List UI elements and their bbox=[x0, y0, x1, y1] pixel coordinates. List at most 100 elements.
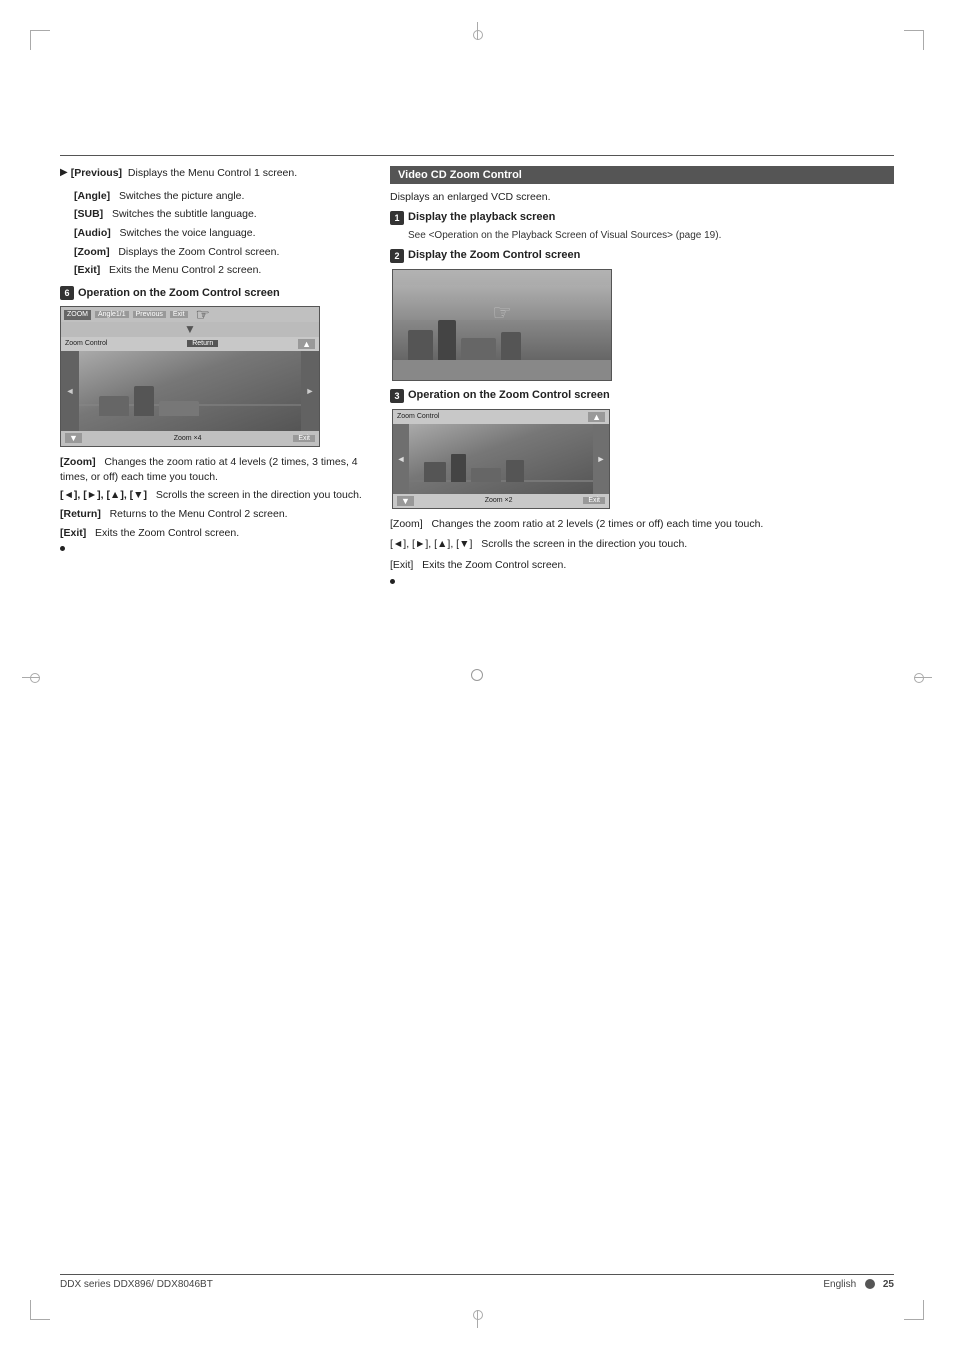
rzoom-down-btn: ▼ bbox=[397, 496, 414, 506]
previous-label: [Previous] bbox=[71, 167, 122, 179]
vcd-header: Video CD Zoom Control bbox=[390, 166, 894, 184]
scene-building2 bbox=[134, 386, 154, 416]
rzoom-bottom-bar: ▼ Zoom ×2 Exit bbox=[393, 494, 609, 508]
section3-heading: 3 Operation on the Zoom Control screen bbox=[390, 389, 894, 403]
section2-badge: 2 bbox=[390, 249, 404, 263]
rzoom-left-btn[interactable]: ◄ bbox=[393, 424, 409, 494]
arrows-desc1: [◄], [►], [▲], [▼] Scrolls the screen in… bbox=[60, 488, 370, 503]
scene-building1 bbox=[99, 396, 129, 416]
section2-title: Display the Zoom Control screen bbox=[408, 249, 580, 261]
hand-cursor-icon: ☞ bbox=[196, 305, 210, 325]
angle-text: [Angle] Switches the picture angle. bbox=[74, 189, 370, 204]
previous-text: [Previous] Displays the Menu Control 1 s… bbox=[71, 166, 297, 181]
zoom-main-area: ◄ ► bbox=[61, 351, 319, 431]
r1-building3 bbox=[461, 338, 496, 360]
right-column: Video CD Zoom Control Displays an enlarg… bbox=[390, 166, 894, 584]
triangle-marker: ▶ bbox=[60, 167, 68, 178]
left-desc-section: [Zoom] Changes the zoom ratio at 4 level… bbox=[60, 455, 370, 551]
previous-btn: Previous bbox=[133, 311, 166, 318]
section3-title: Operation on the Zoom Control screen bbox=[408, 389, 610, 401]
rzoom-top-bar: Zoom Control ▲ bbox=[393, 410, 609, 424]
down-btn: ▼ bbox=[65, 433, 82, 443]
section6-heading: 6 Operation on the Zoom Control screen bbox=[60, 286, 370, 300]
page-footer: DDX series DDX896/ DDX8046BT English 25 bbox=[60, 1279, 894, 1290]
section2-heading: 2 Display the Zoom Control screen bbox=[390, 249, 894, 263]
crop-mark-tr bbox=[904, 30, 924, 50]
audio-text: [Audio] Switches the voice language. bbox=[74, 226, 370, 241]
footer-rule bbox=[60, 1274, 894, 1275]
exit-desc: [Exit] Exits the Zoom Control screen. bbox=[60, 526, 370, 541]
footer-left: DDX series DDX896/ DDX8046BT bbox=[60, 1279, 213, 1290]
hand-icon-right: ☞ bbox=[492, 300, 512, 326]
rzoom-label: Zoom Control bbox=[397, 413, 439, 420]
section1-badge: 1 bbox=[390, 211, 404, 225]
left-device-screen: ZOOM Angle1/1 Previous Exit ☞ ▼ Zoom Con… bbox=[60, 306, 320, 446]
scene-building3 bbox=[159, 401, 199, 416]
section6-badge: 6 bbox=[60, 286, 74, 300]
r1-foreground bbox=[393, 360, 611, 380]
left-nav-btn[interactable]: ◄ bbox=[61, 351, 79, 431]
reg-left-circle bbox=[30, 673, 40, 683]
right-nav-btn[interactable]: ► bbox=[301, 351, 319, 431]
rzoom-bldg1 bbox=[424, 462, 446, 482]
page-number: 25 bbox=[883, 1279, 894, 1290]
zoom-image-area bbox=[79, 351, 301, 431]
right-zoom-ctrl-screen: Zoom Control ▲ ◄ ► ▼ Zoom × bbox=[392, 409, 610, 509]
zoom-text: [Zoom] Displays the Zoom Control screen. bbox=[74, 245, 370, 260]
down-arrow-indicator: ▼ bbox=[61, 322, 319, 336]
reg-right-circle bbox=[914, 673, 924, 683]
up-btn: ▲ bbox=[298, 339, 315, 349]
rzoom-bldg3 bbox=[471, 468, 501, 482]
crop-mark-tl bbox=[30, 30, 50, 50]
r1-building4 bbox=[501, 332, 521, 360]
return-btn: Return bbox=[187, 340, 218, 347]
zoom-screen-image: ☞ bbox=[393, 270, 611, 380]
zoom-value: Zoom ×4 bbox=[174, 435, 202, 442]
content-area: ▶ [Previous] Displays the Menu Control 1… bbox=[60, 155, 894, 1230]
rzoom-image bbox=[409, 424, 593, 494]
zoom-r-desc: [Zoom] Changes the zoom ratio at 2 level… bbox=[390, 517, 894, 532]
rzoom-right-btn[interactable]: ► bbox=[593, 424, 609, 494]
exit-r-desc: [Exit] Exits the Zoom Control screen. bbox=[390, 558, 894, 573]
right-screen-zoom: ☞ bbox=[392, 269, 612, 381]
zoom-badge: ZOOM bbox=[64, 310, 91, 320]
rzoom-bldg4 bbox=[506, 460, 524, 482]
section1-heading: 1 Display the playback screen bbox=[390, 211, 894, 225]
reg-bot-circle bbox=[473, 1310, 483, 1320]
section-end-dot-left bbox=[60, 546, 65, 551]
section3-badge: 3 bbox=[390, 389, 404, 403]
rzoom-bldg2 bbox=[451, 454, 466, 482]
top-rule bbox=[60, 155, 894, 156]
page-dot bbox=[865, 1279, 875, 1289]
zoom-control-panel-top: Zoom Control Return ▲ bbox=[61, 337, 319, 351]
zoom-panel-bottom: ▼ Zoom ×4 Exit bbox=[61, 431, 319, 446]
angle-btn: Angle1/1 bbox=[95, 311, 129, 318]
rzoom-value: Zoom ×2 bbox=[485, 497, 513, 504]
rzoom-main: ◄ ► bbox=[393, 424, 609, 494]
footer-right: English 25 bbox=[823, 1279, 894, 1290]
exit-btn: Exit bbox=[170, 311, 188, 318]
two-column-layout: ▶ [Previous] Displays the Menu Control 1… bbox=[60, 166, 894, 584]
section1-text: See <Operation on the Playback Screen of… bbox=[408, 229, 894, 243]
section-end-dot-right bbox=[390, 579, 395, 584]
exit-ctrl-btn: Exit bbox=[293, 435, 315, 442]
vcd-intro: Displays an enlarged VCD screen. bbox=[390, 190, 894, 205]
crop-mark-br bbox=[904, 1300, 924, 1320]
right-desc-section: [Zoom] Changes the zoom ratio at 2 level… bbox=[390, 517, 894, 584]
sub-text: [SUB] Switches the subtitle language. bbox=[74, 207, 370, 222]
rzoom-up-btn: ▲ bbox=[588, 412, 605, 422]
reg-top-circle bbox=[473, 30, 483, 40]
section6-title: Operation on the Zoom Control screen bbox=[78, 286, 280, 300]
previous-section: ▶ [Previous] Displays the Menu Control 1… bbox=[60, 166, 370, 185]
r1-sky bbox=[393, 270, 611, 285]
return-desc: [Return] Returns to the Menu Control 2 s… bbox=[60, 507, 370, 522]
exit-text: [Exit] Exits the Menu Control 2 screen. bbox=[74, 263, 370, 278]
zoom-desc1: [Zoom] Changes the zoom ratio at 4 level… bbox=[60, 455, 370, 484]
section1-title: Display the playback screen bbox=[408, 211, 555, 223]
r1-building1 bbox=[408, 330, 433, 360]
crop-mark-bl bbox=[30, 1300, 50, 1320]
left-column: ▶ [Previous] Displays the Menu Control 1… bbox=[60, 166, 370, 584]
rzoom-exit-btn: Exit bbox=[583, 497, 605, 504]
left-device-toolbar: ZOOM Angle1/1 Previous Exit ☞ bbox=[61, 307, 319, 322]
r1-building2 bbox=[438, 320, 456, 360]
